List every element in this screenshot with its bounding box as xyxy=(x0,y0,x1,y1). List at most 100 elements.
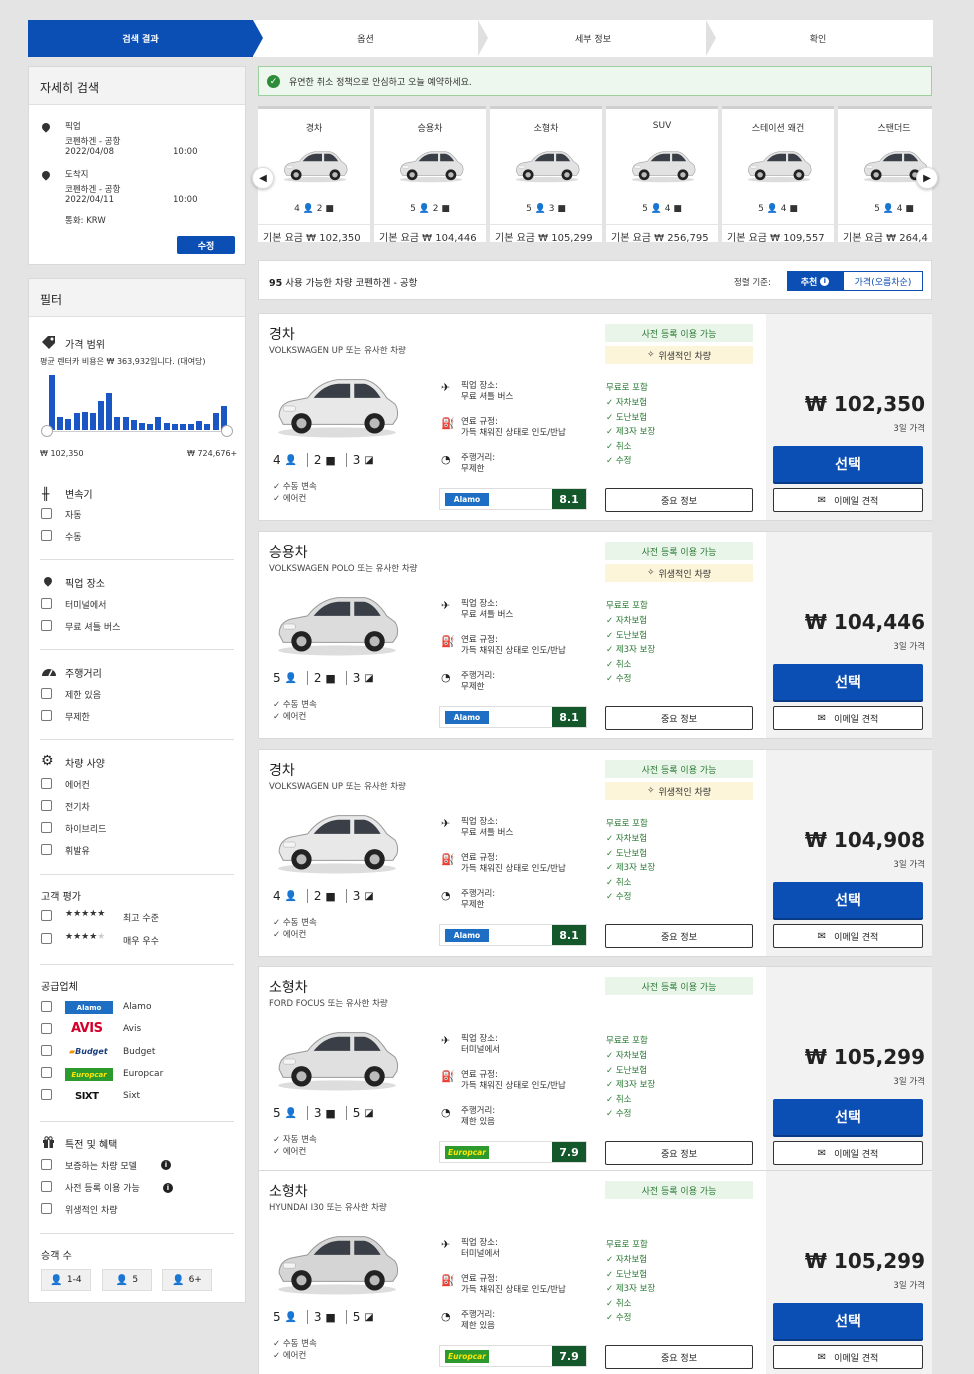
stars-4-icon: ★★★★★ xyxy=(65,932,106,942)
checkbox-unlimited[interactable] xyxy=(41,710,52,721)
important-info-button[interactable]: 중요 정보 xyxy=(605,706,753,730)
info-icon[interactable]: i xyxy=(161,1160,171,1170)
car-model: FORD FOCUS 또는 유사한 차량 xyxy=(269,999,388,1009)
checkbox-guaranteed[interactable] xyxy=(41,1159,52,1170)
chevron-left-icon[interactable]: ◀ xyxy=(252,167,274,189)
price-min-handle[interactable] xyxy=(41,425,53,437)
result-card: 경차 VOLKSWAGEN UP 또는 유사한 차량 4 👤 2 ■ 3 ◪ ✓… xyxy=(258,749,932,957)
checkbox-budget[interactable] xyxy=(41,1045,52,1056)
check-icon: ✓ xyxy=(606,1080,614,1090)
mileage-info-label: 주행거리: xyxy=(461,1310,496,1320)
email-quote-button[interactable]: ✉ 이메일 견적 xyxy=(773,924,923,948)
included-title: 무료로 포함 xyxy=(606,1240,648,1250)
car-specs: 5 👤 3 ■ 5 ◪ xyxy=(273,1106,390,1120)
modify-button[interactable]: 수정 xyxy=(177,236,235,254)
door-icon: ◪ xyxy=(364,1107,374,1119)
category-name: 스테이션 왜건 xyxy=(751,124,805,134)
select-button[interactable]: 선택 xyxy=(773,882,923,918)
sparkle-icon: ✧ xyxy=(646,568,655,578)
step-search-results[interactable]: 검색 결과 xyxy=(28,20,253,57)
histogram-bar xyxy=(49,375,55,430)
info-icon[interactable]: i xyxy=(163,1183,173,1193)
important-info-button[interactable]: 중요 정보 xyxy=(605,1141,753,1165)
pax-count: 4 xyxy=(273,453,281,467)
divider xyxy=(40,964,234,965)
car-category-card[interactable]: 경차 4 👤 2 ■ 기본 요금 ₩ 102,350 xyxy=(258,106,370,244)
step-options[interactable]: 옵션 xyxy=(273,20,458,57)
histogram-bar xyxy=(139,423,145,430)
budget-logo: ▰Budget xyxy=(69,1047,108,1056)
transmission-text: 수동 변속 xyxy=(282,918,317,928)
vendor-rating[interactable]: Alamo 8.1 xyxy=(439,924,587,946)
important-info-button[interactable]: 중요 정보 xyxy=(605,924,753,948)
included-item-label: 자차보험 xyxy=(615,1051,648,1061)
email-quote-button[interactable]: ✉ 이메일 견적 xyxy=(773,706,923,730)
checkbox-europcar[interactable] xyxy=(41,1067,52,1078)
pax-count: 4 xyxy=(273,889,281,903)
checkbox-hybrid[interactable] xyxy=(41,822,52,833)
checkbox-alamo[interactable] xyxy=(41,1001,52,1012)
checkbox-ac[interactable] xyxy=(41,778,52,789)
checkbox-electric[interactable] xyxy=(41,800,52,811)
sort-bar: 95 사용 가능한 차량 코펜하겐 - 공항 정렬 기준: 추천 i 가격(오름차… xyxy=(258,260,932,300)
step-details[interactable]: 세부 정보 xyxy=(498,20,688,57)
currency: 통화: KRW xyxy=(65,216,106,226)
checkbox-auto[interactable] xyxy=(41,508,52,519)
mileage-info-label: 주행거리: xyxy=(461,1106,496,1116)
car-category-card[interactable]: 소형차 5 👤 3 ■ 기본 요금 ₩ 105,299 xyxy=(490,106,602,244)
included-item: ✓ 제3자 보장 xyxy=(606,425,655,437)
checkbox-manual[interactable] xyxy=(41,530,52,541)
vendor-rating[interactable]: Europcar 7.9 xyxy=(439,1141,587,1163)
checkbox-shuttle[interactable] xyxy=(41,620,52,631)
select-button[interactable]: 선택 xyxy=(773,1099,923,1135)
hygiene-badge: ✧ 위생적인 차량 xyxy=(605,564,753,582)
included-title: 무료로 포함 xyxy=(606,383,648,393)
checkbox-limited[interactable] xyxy=(41,688,52,699)
email-quote-button[interactable]: ✉ 이메일 견적 xyxy=(773,488,923,512)
ac-text: 에어컨 xyxy=(282,1351,307,1361)
select-button[interactable]: 선택 xyxy=(773,664,923,700)
email-quote-button[interactable]: ✉ 이메일 견적 xyxy=(773,1345,923,1369)
feature-transmission: ✓ 수동 변속 xyxy=(273,916,317,928)
vendor-rating[interactable]: Europcar 7.9 xyxy=(439,1345,587,1367)
checkbox-sixt[interactable] xyxy=(41,1089,52,1100)
pickup-info-value: 터미널에서 xyxy=(461,1045,501,1055)
pax-6-button[interactable]: 👤 6+ xyxy=(162,1269,212,1291)
checkbox-avis[interactable] xyxy=(41,1023,52,1034)
car-category-card[interactable]: SUV 5 👤 4 ■ 기본 요금 ₩ 256,795 xyxy=(606,106,718,244)
select-button[interactable]: 선택 xyxy=(773,446,923,482)
result-location: 사용 가능한 차량 코펜하겐 - 공항 xyxy=(285,278,418,289)
chevron-right-icon[interactable]: ▶ xyxy=(916,167,938,189)
vendor-rating[interactable]: Alamo 8.1 xyxy=(439,488,587,510)
select-button[interactable]: 선택 xyxy=(773,1303,923,1339)
check-icon: ✓ xyxy=(273,712,281,722)
included-item-label: 도난보험 xyxy=(615,848,648,859)
alamo-logo: Alamo xyxy=(445,711,489,724)
important-info-button[interactable]: 중요 정보 xyxy=(605,1345,753,1369)
step-confirm[interactable]: 확인 xyxy=(728,20,908,57)
sort-price-button[interactable]: 가격(오름차순) xyxy=(843,271,923,291)
checkbox-rating-5[interactable] xyxy=(41,910,52,921)
checkbox-prereg[interactable] xyxy=(41,1181,52,1192)
important-info-button[interactable]: 중요 정보 xyxy=(605,488,753,512)
specs-title: 차량 사양 xyxy=(65,759,105,770)
fuel-icon: ⛽ xyxy=(441,1070,455,1083)
vendor-rating[interactable]: Alamo 8.1 xyxy=(439,706,587,728)
checkbox-petrol[interactable] xyxy=(41,844,52,855)
checkbox-terminal[interactable] xyxy=(41,598,52,609)
car-category-card[interactable]: 승용차 5 👤 2 ■ 기본 요금 ₩ 104,446 xyxy=(374,106,486,244)
included-item-label: 취소 xyxy=(615,659,632,670)
email-quote-button[interactable]: ✉ 이메일 견적 xyxy=(773,1141,923,1165)
price-average: 평균 렌터카 비용은 ₩ 363,932입니다. (대여당) xyxy=(40,357,206,366)
checkbox-hygiene[interactable] xyxy=(41,1203,52,1214)
bag-spec: 2 ■ xyxy=(314,671,347,685)
car-category-card[interactable]: 스테이션 왜건 5 👤 4 ■ 기본 요금 ₩ 109,557 xyxy=(722,106,834,244)
hygiene-label: 위생적인 차량 xyxy=(658,351,712,362)
pax-1-4-button[interactable]: 👤 1-4 xyxy=(41,1269,91,1291)
price-max-handle[interactable] xyxy=(221,425,233,437)
sort-recommended-button[interactable]: 추천 i xyxy=(787,271,843,291)
car-image xyxy=(399,151,464,183)
mileage-limited-label: 제한 있음 xyxy=(65,691,101,701)
pax-5-button[interactable]: 👤 5 xyxy=(102,1269,152,1291)
checkbox-rating-4[interactable] xyxy=(41,933,52,944)
